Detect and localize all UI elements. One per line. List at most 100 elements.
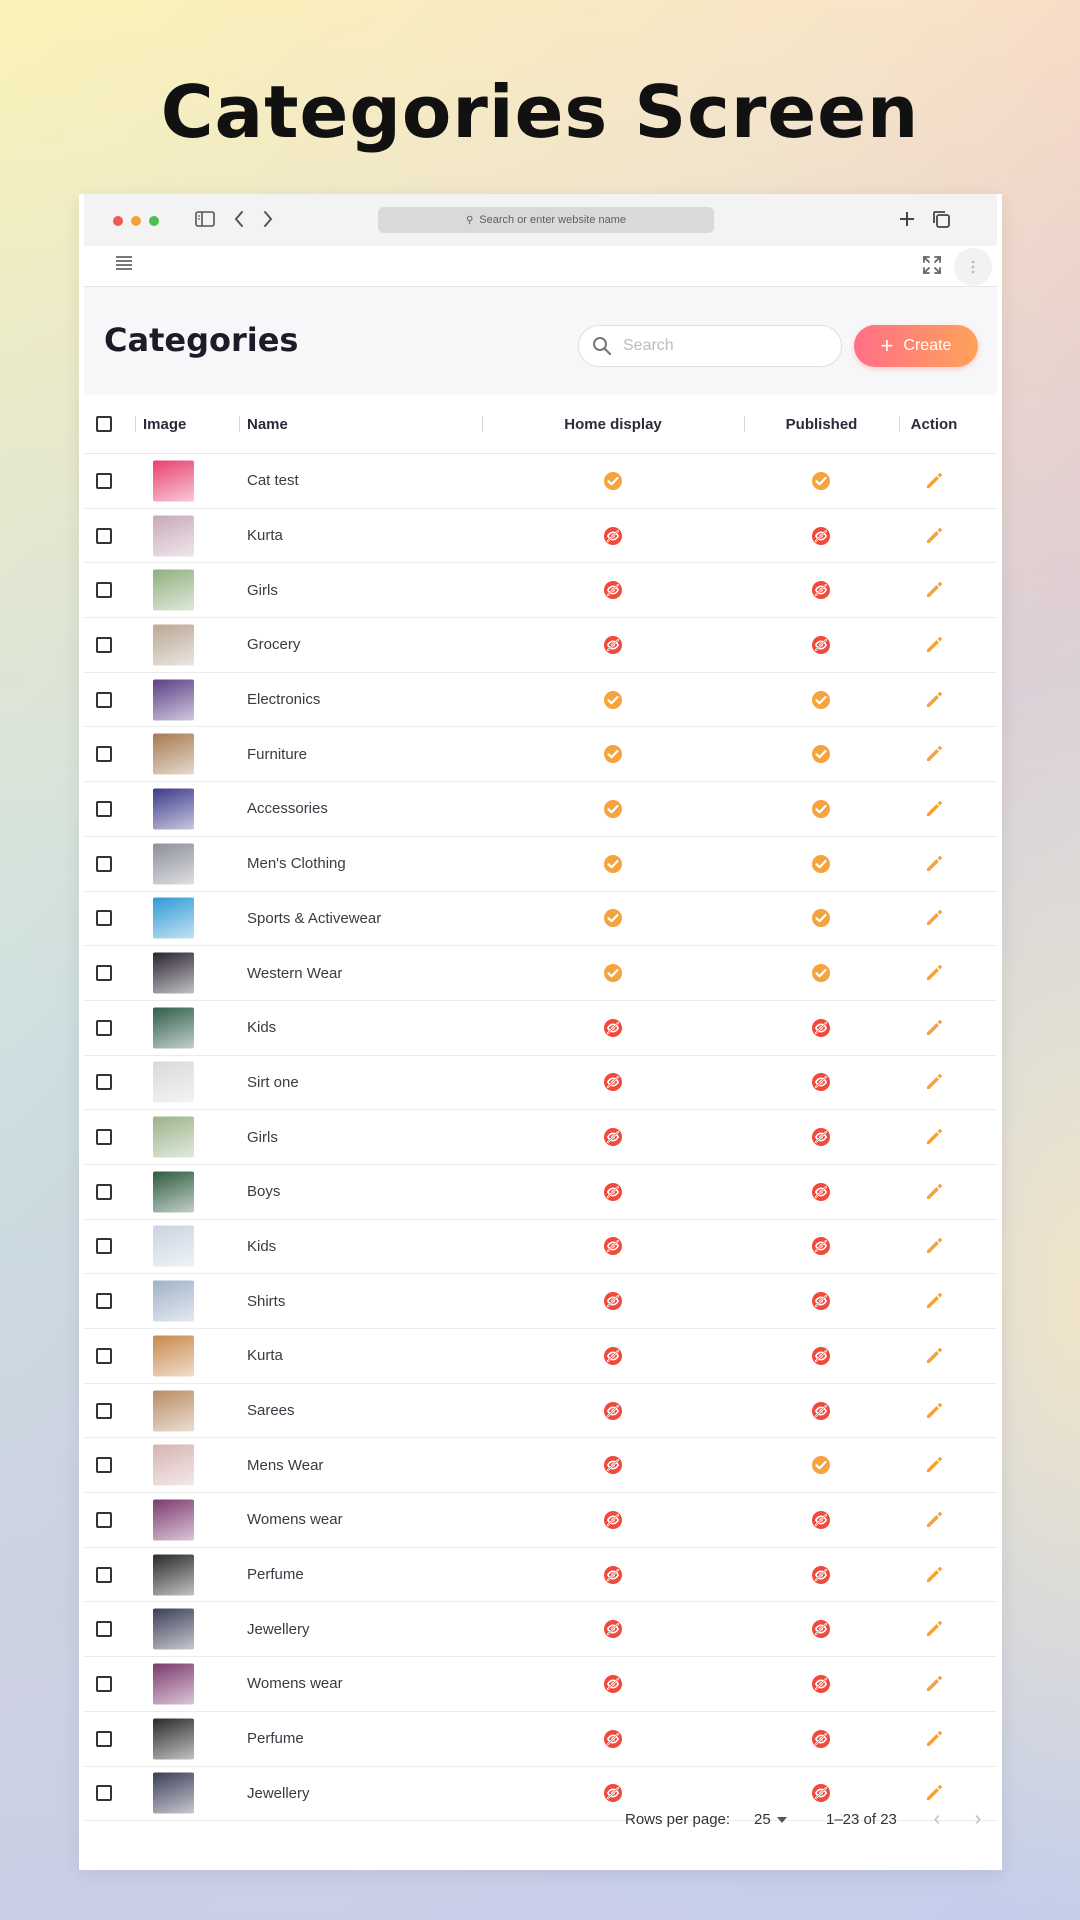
pencil-icon[interactable]: [924, 854, 944, 874]
check-circle-icon[interactable]: [603, 744, 623, 764]
check-circle-icon[interactable]: [603, 854, 623, 874]
new-tab-plus-icon[interactable]: [892, 204, 922, 234]
eye-off-circle-icon[interactable]: [603, 1619, 623, 1639]
eye-off-circle-icon[interactable]: [603, 526, 623, 546]
rows-per-page-select[interactable]: 25: [754, 1811, 771, 1828]
row-checkbox[interactable]: [96, 582, 112, 599]
search-input[interactable]: [621, 336, 825, 356]
pencil-icon[interactable]: [924, 1401, 944, 1421]
eye-off-circle-icon[interactable]: [811, 1674, 831, 1694]
pencil-icon[interactable]: [924, 690, 944, 710]
row-checkbox[interactable]: [96, 800, 112, 817]
eye-off-circle-icon[interactable]: [811, 1401, 831, 1421]
check-circle-icon[interactable]: [811, 471, 831, 491]
fullscreen-icon[interactable]: [921, 254, 943, 276]
pencil-icon[interactable]: [924, 1674, 944, 1694]
eye-off-circle-icon[interactable]: [811, 1291, 831, 1311]
select-all-checkbox[interactable]: [96, 416, 112, 432]
row-checkbox[interactable]: [96, 965, 112, 982]
check-circle-icon[interactable]: [811, 963, 831, 983]
pencil-icon[interactable]: [924, 1619, 944, 1639]
next-page-icon[interactable]: ›: [966, 1807, 990, 1831]
row-checkbox[interactable]: [96, 1511, 112, 1528]
eye-off-circle-icon[interactable]: [603, 1346, 623, 1366]
check-circle-icon[interactable]: [603, 690, 623, 710]
pencil-icon[interactable]: [924, 1510, 944, 1530]
eye-off-circle-icon[interactable]: [603, 1182, 623, 1202]
eye-off-circle-icon[interactable]: [603, 1291, 623, 1311]
pencil-icon[interactable]: [924, 1565, 944, 1585]
pencil-icon[interactable]: [924, 1182, 944, 1202]
check-circle-icon[interactable]: [603, 963, 623, 983]
search-field[interactable]: [578, 325, 842, 367]
pencil-icon[interactable]: [924, 1455, 944, 1475]
row-checkbox[interactable]: [96, 691, 112, 708]
eye-off-circle-icon[interactable]: [603, 1565, 623, 1585]
pencil-icon[interactable]: [924, 1127, 944, 1147]
maximize-window-dot[interactable]: [149, 216, 159, 226]
row-checkbox[interactable]: [96, 1675, 112, 1692]
row-checkbox[interactable]: [96, 1238, 112, 1255]
eye-off-circle-icon[interactable]: [811, 1182, 831, 1202]
pencil-icon[interactable]: [924, 1236, 944, 1256]
row-checkbox[interactable]: [96, 746, 112, 763]
check-circle-icon[interactable]: [811, 854, 831, 874]
row-checkbox[interactable]: [96, 1730, 112, 1747]
pencil-icon[interactable]: [924, 1018, 944, 1038]
eye-off-circle-icon[interactable]: [603, 1729, 623, 1749]
hamburger-menu-icon[interactable]: [116, 256, 132, 270]
pencil-icon[interactable]: [924, 580, 944, 600]
pencil-icon[interactable]: [924, 635, 944, 655]
pencil-icon[interactable]: [924, 471, 944, 491]
check-circle-icon[interactable]: [603, 471, 623, 491]
more-options-button[interactable]: [954, 248, 992, 286]
row-checkbox[interactable]: [96, 527, 112, 544]
pencil-icon[interactable]: [924, 1346, 944, 1366]
close-window-dot[interactable]: [113, 216, 123, 226]
check-circle-icon[interactable]: [603, 799, 623, 819]
tabs-overview-icon[interactable]: [926, 204, 956, 234]
eye-off-circle-icon[interactable]: [603, 1455, 623, 1475]
row-checkbox[interactable]: [96, 1074, 112, 1091]
eye-off-circle-icon[interactable]: [603, 1072, 623, 1092]
eye-off-circle-icon[interactable]: [811, 1619, 831, 1639]
eye-off-circle-icon[interactable]: [811, 1510, 831, 1530]
pencil-icon[interactable]: [924, 1729, 944, 1749]
pencil-icon[interactable]: [924, 1291, 944, 1311]
row-checkbox[interactable]: [96, 472, 112, 489]
column-header-name[interactable]: Name: [247, 395, 288, 453]
column-header-home-display[interactable]: Home display: [482, 395, 744, 453]
pencil-icon[interactable]: [924, 963, 944, 983]
row-checkbox[interactable]: [96, 1293, 112, 1310]
sidebar-toggle-icon[interactable]: [190, 204, 220, 234]
check-circle-icon[interactable]: [811, 1455, 831, 1475]
row-checkbox[interactable]: [96, 1129, 112, 1146]
pencil-icon[interactable]: [924, 1072, 944, 1092]
check-circle-icon[interactable]: [603, 908, 623, 928]
eye-off-circle-icon[interactable]: [811, 1346, 831, 1366]
row-checkbox[interactable]: [96, 855, 112, 872]
row-checkbox[interactable]: [96, 910, 112, 927]
eye-off-circle-icon[interactable]: [811, 1565, 831, 1585]
eye-off-circle-icon[interactable]: [811, 580, 831, 600]
row-checkbox[interactable]: [96, 636, 112, 653]
eye-off-circle-icon[interactable]: [811, 1236, 831, 1256]
eye-off-circle-icon[interactable]: [603, 635, 623, 655]
row-checkbox[interactable]: [96, 1347, 112, 1364]
eye-off-circle-icon[interactable]: [811, 1018, 831, 1038]
eye-off-circle-icon[interactable]: [811, 526, 831, 546]
eye-off-circle-icon[interactable]: [603, 1018, 623, 1038]
eye-off-circle-icon[interactable]: [811, 1729, 831, 1749]
row-checkbox[interactable]: [96, 1457, 112, 1474]
column-header-published[interactable]: Published: [744, 395, 899, 453]
check-circle-icon[interactable]: [811, 690, 831, 710]
row-checkbox[interactable]: [96, 1402, 112, 1419]
minimize-window-dot[interactable]: [131, 216, 141, 226]
eye-off-circle-icon[interactable]: [603, 580, 623, 600]
row-checkbox[interactable]: [96, 1183, 112, 1200]
create-button[interactable]: + Create: [854, 325, 978, 367]
eye-off-circle-icon[interactable]: [811, 1072, 831, 1092]
dropdown-caret-icon[interactable]: [777, 1817, 787, 1823]
eye-off-circle-icon[interactable]: [603, 1674, 623, 1694]
row-checkbox[interactable]: [96, 1566, 112, 1583]
